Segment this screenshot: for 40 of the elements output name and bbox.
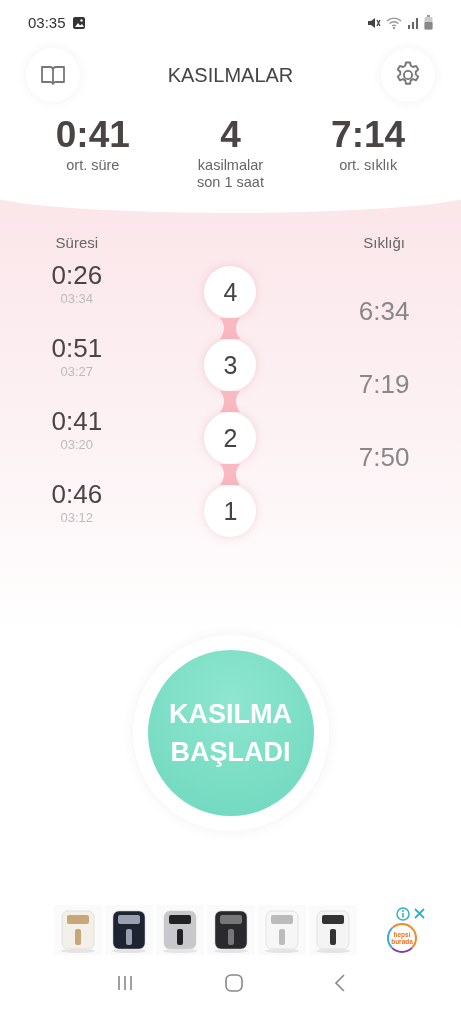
connector: [220, 464, 241, 485]
info-icon[interactable]: [396, 907, 410, 921]
column-heading: Sıklığı: [363, 233, 405, 253]
duration-value: 0:51: [51, 332, 103, 364]
duration-value: 0:41: [51, 405, 103, 437]
screen-title: KASILMALAR: [167, 63, 294, 87]
stat-label: ort. süre: [66, 157, 120, 174]
stat-value: 4: [220, 113, 241, 157]
stat-value: 7:14: [331, 113, 406, 157]
contraction-number: 2: [204, 412, 257, 464]
wifi-icon: [386, 15, 402, 30]
back-icon[interactable]: [333, 974, 346, 992]
stat-value: 0:41: [55, 113, 130, 157]
status-time: 03:35: [28, 14, 66, 31]
signal-icon: [407, 15, 419, 30]
frequency-value: 7:50: [358, 441, 410, 473]
stat-label: ort. sıklık: [339, 157, 398, 174]
column-heading: Süresi: [55, 233, 99, 253]
close-icon[interactable]: [413, 907, 426, 920]
duration-value: 0:46: [51, 478, 103, 510]
contraction-number: 3: [204, 339, 257, 391]
connector: [220, 318, 241, 339]
battery-icon: [424, 15, 433, 30]
frequency-value: 6:34: [358, 295, 410, 327]
recent-apps-icon[interactable]: [115, 975, 134, 991]
start-time: 03:20: [60, 437, 94, 452]
start-time: 03:34: [60, 291, 94, 306]
home-icon[interactable]: [224, 974, 243, 992]
connector: [220, 391, 241, 412]
start-time: 03:27: [60, 364, 94, 379]
frequency-value: 7:19: [358, 368, 410, 400]
contraction-number: 4: [204, 266, 257, 318]
contraction-number: 1: [204, 485, 257, 537]
image-notification-icon: [71, 15, 86, 30]
stat-label: kasilmalar son 1 saat: [197, 157, 264, 191]
start-contraction-button[interactable]: KASILMA BAŞLADI: [147, 650, 314, 816]
mute-icon: [367, 15, 381, 30]
book-icon: [40, 63, 66, 87]
duration-value: 0:26: [51, 259, 103, 291]
start-time: 03:12: [60, 510, 94, 525]
